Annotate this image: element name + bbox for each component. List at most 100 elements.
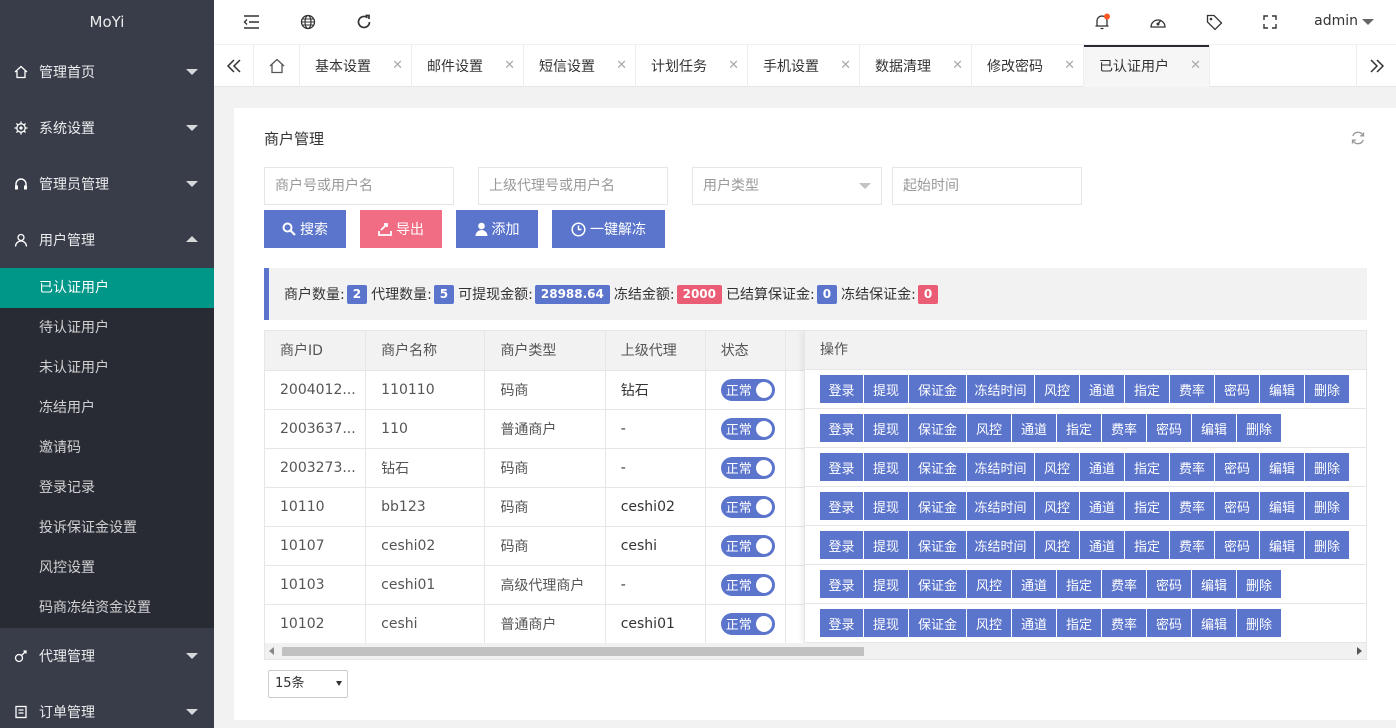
status-toggle[interactable]: 正常 (720, 378, 775, 401)
page-size-select[interactable]: 15条 (268, 670, 348, 698)
action-button[interactable]: 编辑 (1260, 375, 1305, 403)
tab-mail-settings[interactable]: 邮件设置 ✕ (412, 45, 524, 87)
action-button[interactable]: 提现 (864, 492, 909, 520)
action-button[interactable]: 风控 (967, 414, 1012, 442)
action-button[interactable]: 费率 (1170, 492, 1215, 520)
action-button[interactable]: 通道 (1080, 453, 1125, 481)
action-button[interactable]: 保证金 (909, 414, 967, 442)
bell-icon[interactable] (1092, 12, 1112, 32)
action-button[interactable]: 密码 (1147, 414, 1192, 442)
tab-data-cleanup[interactable]: 数据清理 ✕ (860, 45, 972, 87)
sidebar-item-frozen-funds[interactable]: 码商冻结资金设置 (0, 588, 214, 628)
sidebar-item-invite-codes[interactable]: 邀请码 (0, 428, 214, 468)
scroll-right-arrow-icon[interactable] (1357, 647, 1362, 655)
action-button[interactable]: 费率 (1170, 375, 1215, 403)
action-button[interactable]: 编辑 (1192, 609, 1237, 637)
action-button[interactable]: 编辑 (1260, 453, 1305, 481)
action-button[interactable]: 费率 (1170, 531, 1215, 559)
scrollbar-thumb[interactable] (282, 647, 864, 656)
tab-sms-settings[interactable]: 短信设置 ✕ (524, 45, 636, 87)
close-icon[interactable]: ✕ (952, 58, 963, 73)
action-button[interactable]: 登录 (820, 531, 864, 559)
action-button[interactable]: 费率 (1170, 453, 1215, 481)
status-toggle[interactable]: 正常 (720, 456, 775, 479)
column-header[interactable]: 商户类型 (484, 331, 606, 371)
action-button[interactable]: 风控 (1035, 453, 1080, 481)
action-button[interactable]: 密码 (1147, 570, 1192, 598)
export-button[interactable]: 导出 (360, 210, 442, 248)
action-button[interactable]: 删除 (1305, 492, 1350, 520)
column-header[interactable]: 状态 (705, 331, 787, 371)
status-toggle[interactable]: 正常 (720, 534, 775, 557)
close-icon[interactable]: ✕ (1190, 58, 1201, 73)
action-button[interactable]: 费率 (1102, 414, 1147, 442)
action-button[interactable]: 删除 (1305, 375, 1350, 403)
action-button[interactable]: 通道 (1012, 570, 1057, 598)
action-button[interactable]: 通道 (1080, 531, 1125, 559)
action-button[interactable]: 风控 (1035, 375, 1080, 403)
action-button[interactable]: 密码 (1215, 492, 1260, 520)
globe-icon[interactable] (298, 12, 318, 32)
action-button[interactable]: 通道 (1080, 492, 1125, 520)
tab-change-password[interactable]: 修改密码 ✕ (972, 45, 1084, 87)
action-button[interactable]: 通道 (1080, 375, 1125, 403)
action-button[interactable]: 指定 (1125, 531, 1170, 559)
action-button[interactable]: 编辑 (1260, 531, 1305, 559)
action-button[interactable]: 指定 (1057, 609, 1102, 637)
action-button[interactable]: 删除 (1237, 609, 1282, 637)
action-button[interactable]: 编辑 (1192, 414, 1237, 442)
action-button[interactable]: 风控 (967, 570, 1012, 598)
unfreeze-all-button[interactable]: 一键解冻 (552, 210, 665, 248)
action-button[interactable]: 风控 (1035, 531, 1080, 559)
column-header[interactable]: 上级代理 (605, 331, 706, 371)
tab-home-icon[interactable] (254, 45, 300, 87)
theme-icon[interactable] (1148, 12, 1168, 32)
horizontal-scrollbar[interactable] (265, 643, 1366, 659)
sidebar-item-risk-control[interactable]: 风控设置 (0, 548, 214, 588)
action-button[interactable]: 删除 (1237, 570, 1282, 598)
action-button[interactable]: 风控 (967, 609, 1012, 637)
menu-collapse-icon[interactable] (242, 12, 262, 32)
action-button[interactable]: 登录 (820, 414, 864, 442)
nav-group-settings[interactable]: 系统设置 (0, 100, 214, 156)
close-icon[interactable]: ✕ (728, 58, 739, 73)
tag-icon[interactable] (1204, 12, 1224, 32)
action-button[interactable]: 编辑 (1260, 492, 1305, 520)
action-button[interactable]: 费率 (1102, 609, 1147, 637)
column-header[interactable]: 商户名称 (365, 331, 486, 371)
nav-group-agents[interactable]: 代理管理 (0, 628, 214, 684)
parent-agent-input[interactable]: 上级代理号或用户名 (478, 167, 668, 205)
action-button[interactable]: 提现 (864, 609, 909, 637)
action-button[interactable]: 保证金 (909, 492, 967, 520)
action-button[interactable]: 冻结时间 (967, 492, 1035, 520)
close-icon[interactable]: ✕ (504, 58, 515, 73)
action-button[interactable]: 指定 (1125, 453, 1170, 481)
action-button[interactable]: 指定 (1057, 414, 1102, 442)
action-button[interactable]: 冻结时间 (967, 453, 1035, 481)
action-button[interactable]: 登录 (820, 609, 864, 637)
action-button[interactable]: 密码 (1147, 609, 1192, 637)
action-button[interactable]: 冻结时间 (967, 375, 1035, 403)
merchant-search-input[interactable]: 商户号或用户名 (264, 167, 454, 205)
nav-group-home[interactable]: 管理首页 (0, 44, 214, 100)
action-button[interactable]: 密码 (1215, 531, 1260, 559)
add-user-button[interactable]: 添加 (456, 210, 538, 248)
close-icon[interactable]: ✕ (840, 58, 851, 73)
action-button[interactable]: 指定 (1125, 492, 1170, 520)
search-button[interactable]: 搜索 (264, 210, 346, 248)
action-button[interactable]: 登录 (820, 570, 864, 598)
tab-basic-settings[interactable]: 基本设置 ✕ (300, 45, 412, 87)
status-toggle[interactable]: 正常 (720, 612, 775, 635)
action-button[interactable]: 密码 (1215, 453, 1260, 481)
sidebar-item-pending-users[interactable]: 待认证用户 (0, 308, 214, 348)
status-toggle[interactable]: 正常 (720, 495, 775, 518)
action-button[interactable]: 保证金 (909, 570, 967, 598)
admin-username[interactable]: admin (1314, 13, 1358, 29)
close-icon[interactable]: ✕ (616, 58, 627, 73)
action-button[interactable]: 提现 (864, 531, 909, 559)
action-button[interactable]: 删除 (1305, 453, 1350, 481)
nav-group-users[interactable]: 用户管理 (0, 212, 214, 268)
reload-icon[interactable] (1350, 130, 1366, 150)
action-button[interactable]: 费率 (1102, 570, 1147, 598)
nav-group-orders[interactable]: 订单管理 (0, 684, 214, 728)
